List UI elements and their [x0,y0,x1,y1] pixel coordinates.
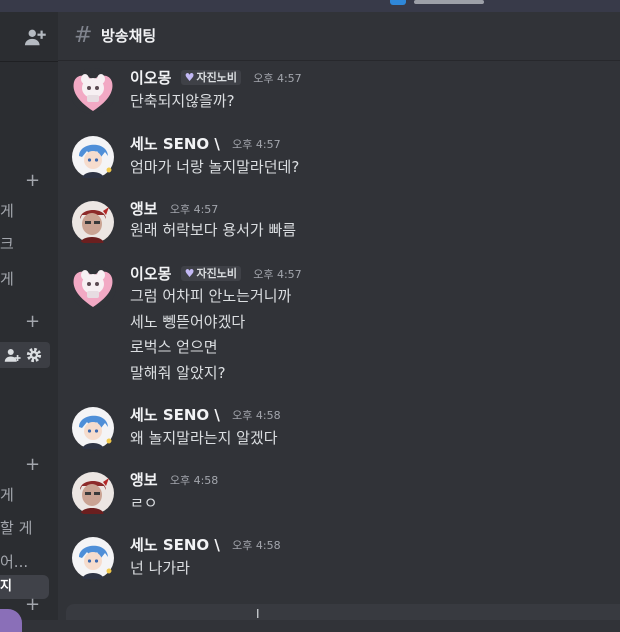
user-avatar[interactable] [0,609,22,632]
message-author[interactable]: 이오몽 ♥ 자진노비 오후 4:57 [130,264,302,285]
avatar[interactable] [70,134,116,180]
avatar[interactable] [70,405,116,451]
heart-icon: ♥ [184,71,195,84]
window-top-strip [0,0,620,12]
add-channel-icon[interactable]: + [25,596,40,614]
author-name[interactable]: 세노 SENO \ [130,135,220,153]
heart-icon: ♥ [184,267,195,280]
message-text: 단축되지않을까? [130,92,235,110]
sidebar-active-channel[interactable] [0,342,50,368]
message-timestamp: 오후 4:57 [253,72,302,85]
message-timestamp: 오후 4:57 [169,203,219,216]
role-badge-label: 자진노비 [196,71,237,84]
sidebar-channel-item[interactable]: 게 [0,484,14,504]
sidebar-channel-item[interactable]: 게 [0,200,14,220]
message-timestamp: 오후 4:57 [232,138,281,151]
message-text: 세노 뼁뜯어야겠다 [130,313,246,331]
sidebar-channel-item[interactable]: 어... [0,551,28,571]
avatar[interactable] [70,535,116,581]
role-badge-label: 자진노비 [196,267,237,280]
message-text: 말해줘 알았지? [130,364,226,382]
message-timestamp: 오후 4:58 [169,474,219,487]
message-author[interactable]: 세노 SENO \ 오후 4:58 [130,405,281,426]
text-cursor-icon: I [256,607,260,621]
notification-icon [390,0,406,5]
window-title-fragment [414,0,484,4]
message-author[interactable]: 세노 SENO \ 오후 4:58 [130,535,281,556]
message-text: 엄마가 너랑 놀지말라던데? [130,158,300,176]
gear-icon[interactable] [25,346,43,364]
message-timestamp: 오후 4:57 [253,268,302,281]
avatar[interactable] [70,470,116,516]
message-timestamp: 오후 4:58 [232,539,281,552]
message-text: 넌 나가라 [130,559,190,577]
message-author[interactable]: 세노 SENO \ 오후 4:57 [130,134,281,155]
message-text: 왜 놀지말라는지 알겠다 [130,429,278,447]
avatar[interactable] [70,264,116,310]
channel-header: # 방송채팅 [58,12,620,61]
add-channel-icon[interactable]: + [25,172,40,190]
message-author[interactable]: 앵보 오후 4:57 [130,199,218,220]
add-member-icon[interactable] [4,346,22,364]
message-author[interactable]: 이오몽 ♥ 자진노비 오후 4:57 [130,68,302,89]
message-text: 원래 허락보다 용서가 빠름 [130,221,297,239]
invite-members-icon[interactable] [24,26,46,48]
message-text: 그럼 어차피 안노는거니까 [130,287,292,305]
message-text: 로벅스 얻으면 [130,338,218,356]
message-author[interactable]: 앵보 오후 4:58 [130,470,218,491]
sidebar-channel-item[interactable]: 게 [0,268,14,288]
sidebar-channel-item[interactable]: 할 게 [0,517,32,537]
sidebar-channel-item[interactable]: 크 [0,233,14,253]
add-channel-icon[interactable]: + [25,313,40,331]
avatar[interactable] [70,199,116,245]
role-badge: ♥ 자진노비 [180,70,241,85]
author-name[interactable]: 세노 SENO \ [130,406,220,424]
text-channel-icon: # [74,23,93,48]
author-name[interactable]: 이오몽 [130,265,171,283]
channel-title: 방송채팅 [101,27,157,45]
add-channel-icon[interactable]: + [25,456,40,474]
author-name[interactable]: 이오몽 [130,69,171,87]
message-input[interactable]: I [66,604,620,620]
message-text: ㄹㅇ [130,494,158,512]
role-badge: ♥ 자진노비 [180,266,241,281]
avatar[interactable] [70,68,116,114]
author-name[interactable]: 세노 SENO \ [130,536,220,554]
message-timestamp: 오후 4:58 [232,409,281,422]
author-name[interactable]: 앵보 [130,471,158,489]
channel-sidebar: + 게 크 게 + + 게 할 게 어... 지 + [0,12,58,632]
sidebar-header [0,12,58,62]
author-name[interactable]: 앵보 [130,200,158,218]
